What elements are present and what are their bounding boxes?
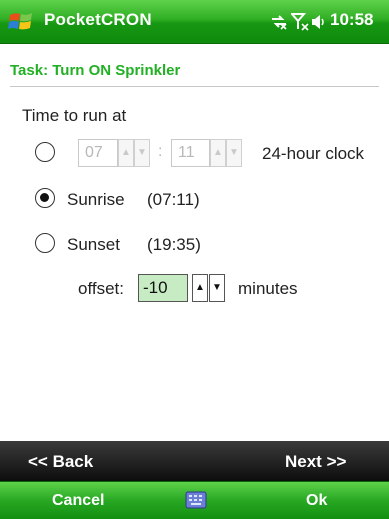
minute-up-arrow: ▲ — [210, 139, 226, 167]
app-title: PocketCRON — [44, 10, 152, 29]
title-bar: PocketCRON 10:58 — [0, 0, 389, 44]
softkey-bar: Cancel Ok — [0, 481, 389, 519]
sunrise-label[interactable]: Sunrise — [67, 190, 125, 210]
hour-down-arrow: ▼ — [134, 139, 150, 167]
wizard-nav-bar: << Back Next >> — [0, 441, 389, 481]
radio-sunrise[interactable] — [35, 188, 55, 208]
offset-up-button[interactable]: ▲ — [192, 274, 208, 302]
back-button[interactable]: << Back — [28, 452, 93, 472]
hour-up-arrow: ▲ — [118, 139, 134, 167]
cancel-softkey[interactable]: Cancel — [52, 492, 104, 510]
task-header: Task: Turn ON Sprinkler — [10, 62, 181, 79]
section-label: Time to run at — [22, 106, 127, 125]
sunset-label[interactable]: Sunset — [67, 235, 120, 255]
next-button[interactable]: Next >> — [285, 452, 346, 472]
clock-format-label: 24-hour clock — [262, 144, 365, 163]
ok-softkey[interactable]: Ok — [306, 492, 327, 510]
hour-field: 07 — [78, 139, 118, 167]
radio-custom-time[interactable] — [35, 142, 55, 162]
windows-start-icon[interactable] — [8, 9, 34, 35]
connectivity-icon[interactable] — [270, 13, 288, 31]
radio-sunset[interactable] — [35, 233, 55, 253]
volume-icon[interactable] — [309, 13, 327, 31]
header-divider — [10, 86, 379, 87]
offset-unit-label: minutes — [238, 279, 298, 298]
offset-label: offset: — [78, 279, 124, 298]
offset-input[interactable]: -10 — [138, 274, 188, 302]
sunrise-time: (07:11) — [147, 190, 200, 209]
minute-down-arrow: ▼ — [226, 139, 242, 167]
no-signal-icon[interactable] — [291, 12, 309, 32]
minute-field: 11 — [171, 139, 210, 167]
keyboard-icon[interactable] — [184, 490, 208, 510]
clock[interactable]: 10:58 — [330, 10, 373, 30]
sunset-time: (19:35) — [147, 235, 201, 254]
time-colon: : — [158, 143, 163, 160]
offset-down-button[interactable]: ▼ — [209, 274, 225, 302]
